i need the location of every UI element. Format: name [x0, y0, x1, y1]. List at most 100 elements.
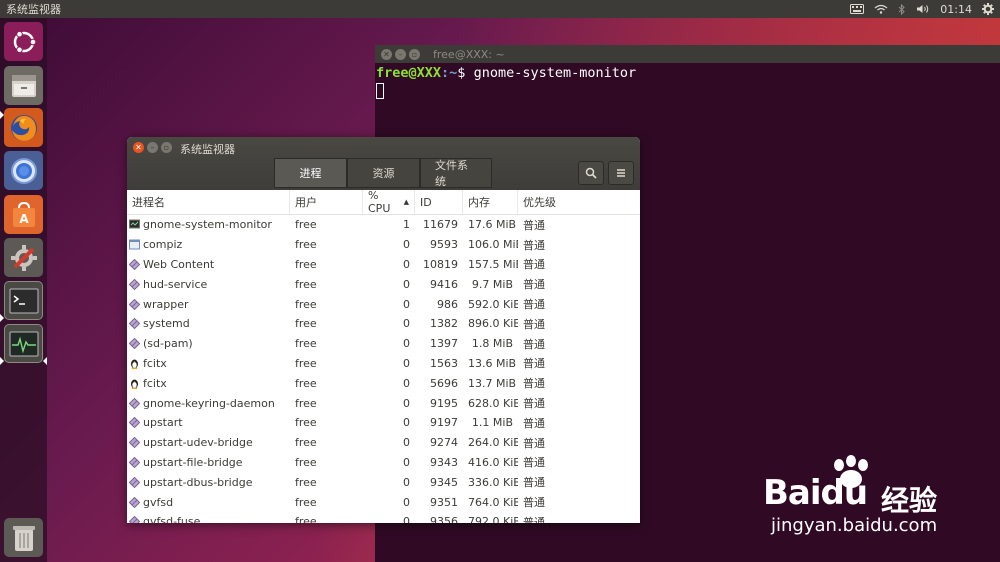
maximize-icon[interactable]: ▫ [409, 48, 420, 60]
tab-processes[interactable]: 进程 [274, 158, 347, 188]
process-user: free [295, 436, 317, 450]
table-row[interactable]: systemd free 0 1382 896.0 KiB 普通 [127, 314, 640, 334]
minimize-icon[interactable]: – [395, 48, 406, 60]
volume-icon[interactable] [916, 4, 930, 14]
process-name: upstart-dbus-bridge [143, 475, 253, 489]
trash-icon[interactable] [4, 518, 43, 557]
process-name: gvfsd-fuse [143, 515, 201, 523]
process-memory: 628.0 KiB [468, 396, 518, 410]
process-memory: 9.7 MiB [471, 277, 513, 291]
close-icon[interactable]: ✕ [381, 48, 392, 60]
process-name-cell: systemd [127, 317, 290, 330]
bluetooth-icon[interactable] [898, 3, 906, 15]
process-priority: 普通 [523, 218, 545, 232]
process-memory: 106.0 MiB [468, 238, 518, 252]
system-settings-icon[interactable] [4, 238, 43, 277]
clock[interactable]: 01:14 [940, 3, 972, 16]
column-header-cpu[interactable]: % CPU ▲ [363, 189, 415, 215]
process-priority: 普通 [523, 496, 545, 510]
process-user: free [295, 515, 317, 523]
process-cpu: 0 [403, 297, 410, 311]
table-row[interactable]: compiz free 0 9593 106.0 MiB 普通 [127, 235, 640, 255]
process-priority: 普通 [523, 416, 545, 430]
process-name: gnome-keyring-daemon [143, 396, 275, 410]
terminal-content[interactable]: free@XXX:~$ gnome-system-monitor [375, 63, 1000, 103]
maximize-icon[interactable]: ▫ [161, 142, 172, 153]
table-row[interactable]: fcitx free 0 5696 13.7 MiB 普通 [127, 373, 640, 393]
table-row[interactable]: hud-service free 0 9416 9.7 MiB 普通 [127, 274, 640, 294]
process-user: free [295, 495, 317, 509]
tab-resources[interactable]: 资源 [347, 158, 420, 188]
window-icon [129, 239, 140, 250]
table-row[interactable]: upstart-udev-bridge free 0 9274 264.0 KiB 普通 [127, 433, 640, 453]
files-icon[interactable] [4, 66, 43, 105]
process-name-cell: gvfsd [127, 496, 290, 509]
headerbar[interactable]: ✕ – ▫ 系统监视器 进程 资源 文件系统 [127, 137, 640, 190]
process-user: free [295, 238, 317, 252]
process-table-header: 进程名 用户 % CPU ▲ ID 内存 优先级 [127, 189, 640, 215]
table-row[interactable]: (sd-pam) free 0 1397 1.8 MiB 普通 [127, 334, 640, 354]
table-row[interactable]: upstart free 0 9197 1.1 MiB 普通 [127, 413, 640, 433]
process-name-cell: fcitx [127, 357, 290, 370]
process-user: free [295, 277, 317, 291]
process-name-cell: upstart-dbus-bridge [127, 476, 290, 489]
process-memory: 264.0 KiB [468, 436, 518, 450]
process-name: systemd [143, 317, 190, 331]
terminal-titlebar[interactable]: ✕ – ▫ free@XXX: ~ [375, 45, 1000, 63]
process-name-cell: compiz [127, 238, 290, 251]
system-monitor-window: ✕ – ▫ 系统监视器 进程 资源 文件系统 进程名 用户 % CPU ▲ ID… [127, 137, 640, 523]
table-row[interactable]: gvfsd free 0 9351 764.0 KiB 普通 [127, 492, 640, 512]
diamond-icon [128, 476, 141, 488]
process-user: free [295, 396, 317, 410]
keyboard-icon[interactable] [850, 4, 865, 14]
ubuntu-dash-icon[interactable] [4, 22, 43, 61]
terminal-icon[interactable] [4, 281, 43, 320]
process-memory: 792.0 KiB [468, 515, 518, 523]
software-center-icon[interactable]: A [4, 195, 43, 234]
process-cpu: 0 [403, 337, 410, 351]
process-cpu: 0 [403, 376, 410, 390]
firefox-icon[interactable] [4, 108, 43, 147]
column-header-name[interactable]: 进程名 [127, 190, 290, 214]
process-priority: 普通 [523, 317, 545, 331]
column-header-id[interactable]: ID [415, 190, 463, 214]
process-name-cell: wrapper [127, 298, 290, 311]
table-row[interactable]: gnome-keyring-daemon free 0 9195 628.0 KiB 普通 [127, 393, 640, 413]
minimize-icon[interactable]: – [147, 142, 158, 153]
table-row[interactable]: fcitx free 0 1563 13.6 MiB 普通 [127, 354, 640, 374]
indicator-area: 01:14 [850, 3, 1000, 16]
menu-button[interactable] [608, 161, 634, 185]
close-icon[interactable]: ✕ [133, 142, 144, 153]
table-row[interactable]: wrapper free 0 986 592.0 KiB 普通 [127, 294, 640, 314]
chromium-icon[interactable] [4, 151, 43, 190]
table-row[interactable]: gvfsd-fuse free 0 9356 792.0 KiB 普通 [127, 512, 640, 523]
process-cpu: 0 [403, 455, 410, 469]
search-button[interactable] [578, 161, 604, 185]
process-name: Web Content [143, 257, 215, 271]
active-app-title: 系统监视器 [6, 3, 61, 16]
table-row[interactable]: Web Content free 0 10819 157.5 MiB 普通 [127, 255, 640, 275]
process-id: 10819 [423, 257, 458, 271]
process-priority: 普通 [523, 397, 545, 411]
wifi-icon[interactable] [874, 4, 888, 14]
watermark-brand-cn: 经验 [881, 484, 938, 517]
table-row[interactable]: upstart-file-bridge free 0 9343 416.0 KiB 普通 [127, 453, 640, 473]
table-row[interactable]: gnome-system-monitor free 1 11679 17.6 MiB 普通 [127, 215, 640, 235]
system-monitor-launcher-icon[interactable] [4, 324, 43, 363]
process-id: 9343 [430, 455, 458, 469]
column-header-user[interactable]: 用户 [290, 190, 363, 214]
gear-icon[interactable] [982, 3, 994, 15]
process-cpu: 1 [403, 218, 410, 232]
process-user: free [295, 337, 317, 351]
process-list[interactable]: gnome-system-monitor free 1 11679 17.6 MiB 普通… [127, 215, 640, 523]
process-id: 9195 [430, 396, 458, 410]
process-memory: 764.0 KiB [468, 495, 518, 509]
tab-file-systems[interactable]: 文件系统 [420, 158, 492, 188]
column-header-memory[interactable]: 内存 [463, 190, 518, 214]
process-id: 9197 [430, 416, 458, 430]
process-user: free [295, 297, 317, 311]
process-memory: 592.0 KiB [468, 297, 518, 311]
table-row[interactable]: upstart-dbus-bridge free 0 9345 336.0 KiB 普通 [127, 472, 640, 492]
column-header-priority[interactable]: 优先级 [518, 190, 640, 214]
process-name-cell: upstart-udev-bridge [127, 436, 290, 449]
